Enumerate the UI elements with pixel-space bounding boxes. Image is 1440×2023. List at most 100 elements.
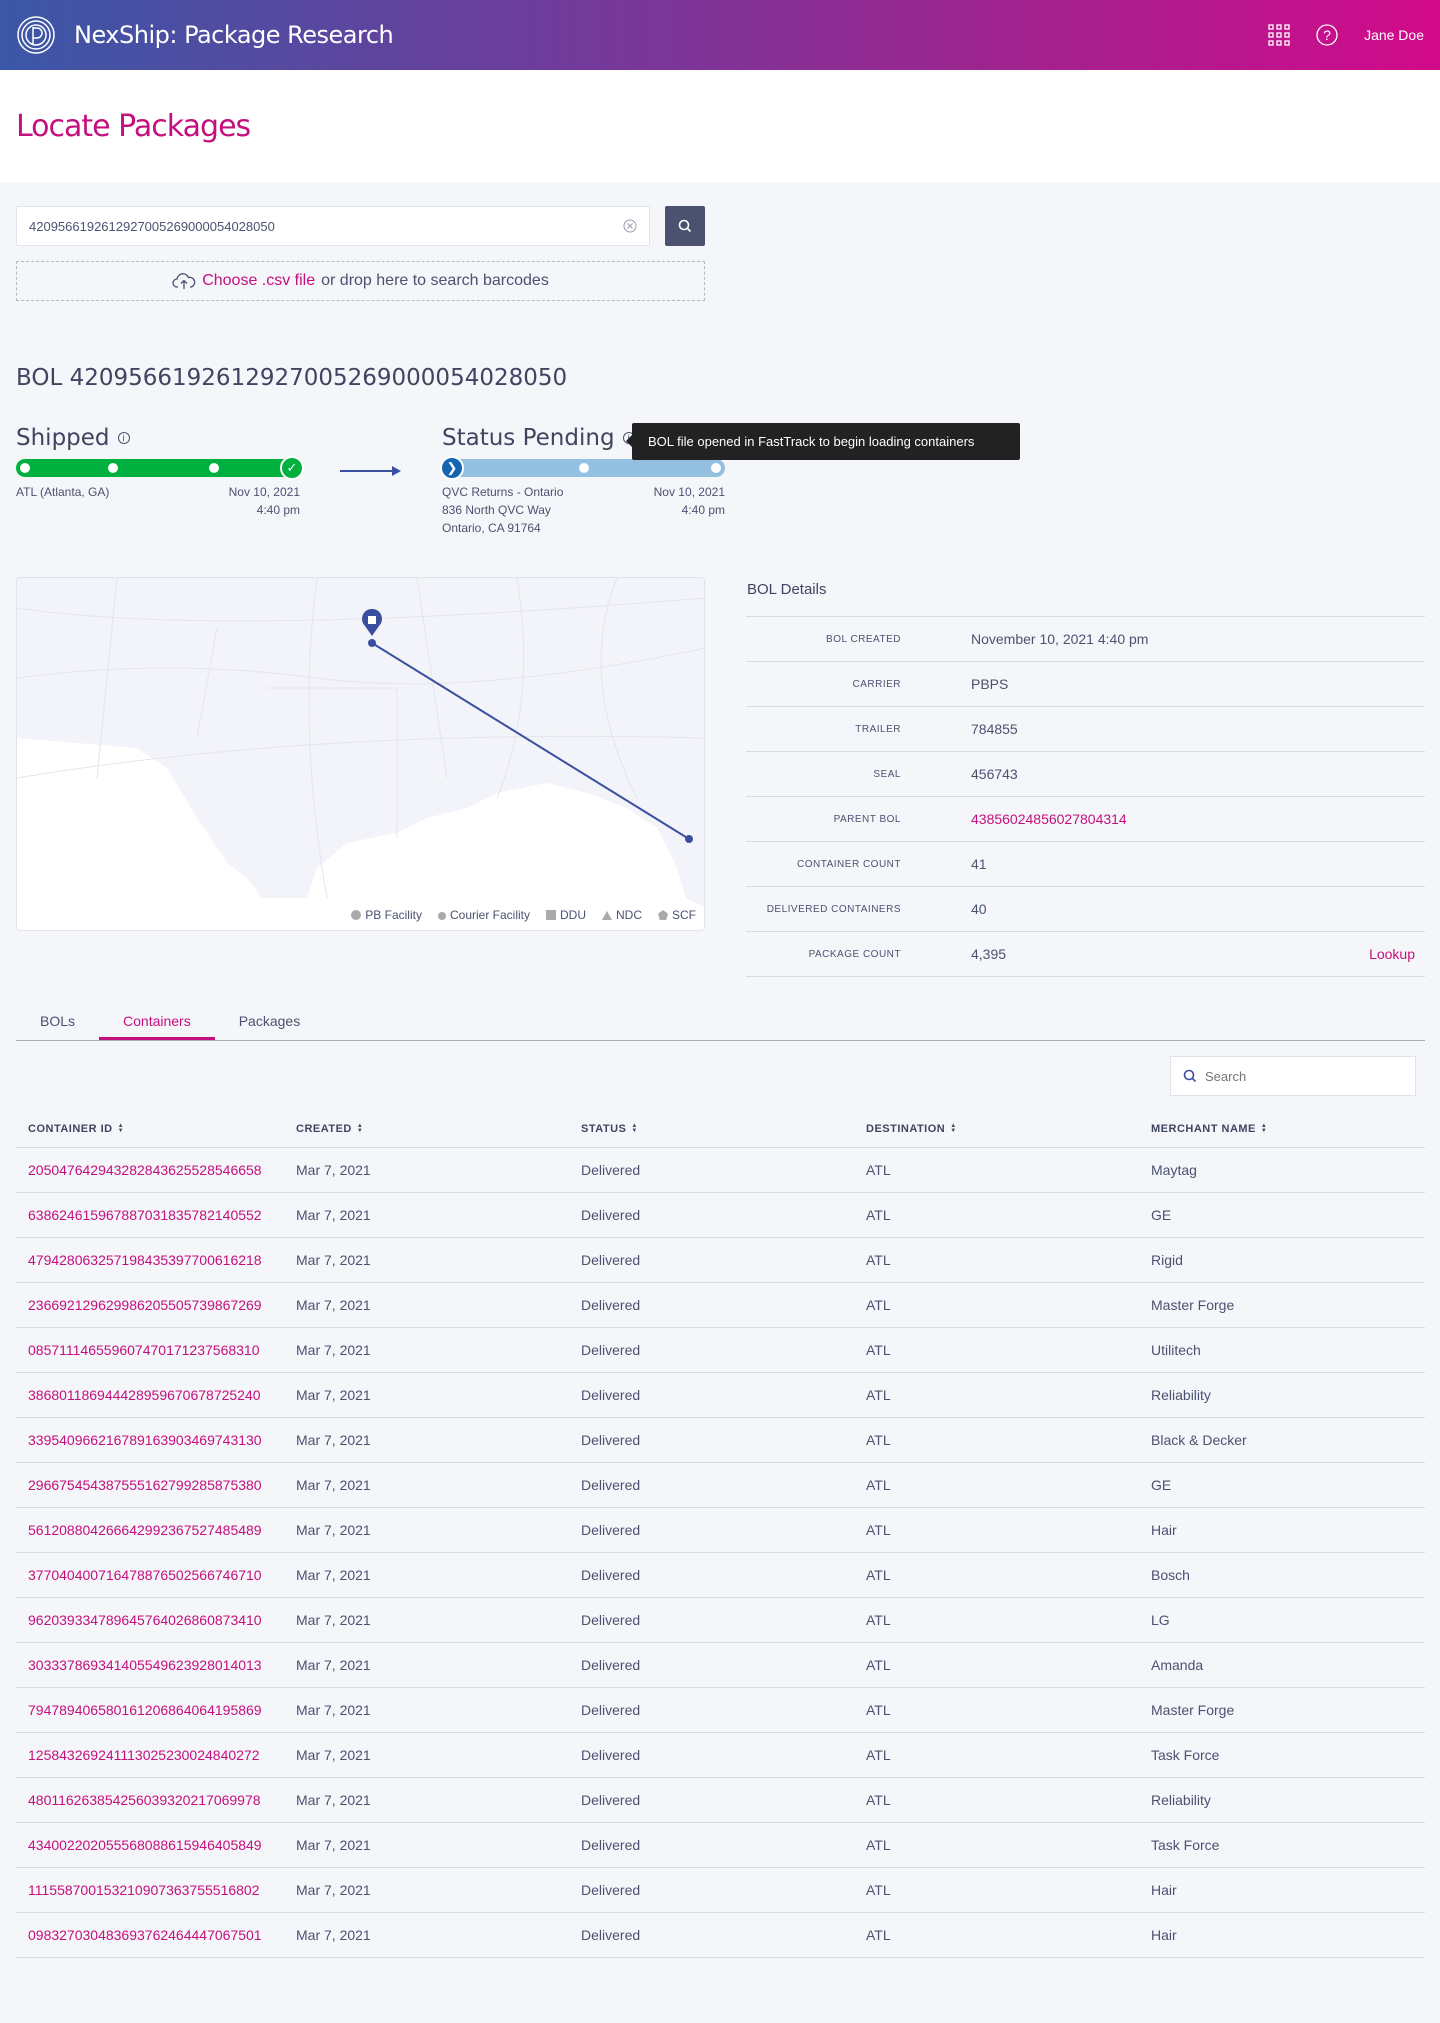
detail-value: 40 [971, 901, 987, 917]
container-id-link[interactable]: 33954096621678916390346974313​0 [16, 1432, 284, 1448]
courier-facility-icon [437, 912, 446, 920]
container-id-link[interactable]: 20504764294328284362552854665​8 [16, 1162, 284, 1178]
column-header[interactable]: STATUS ▲▼ [569, 1123, 854, 1135]
detail-row: PARENT BOL 43856024856027804314 [746, 797, 1425, 842]
help-icon[interactable]: ? [1316, 24, 1338, 46]
container-id-link[interactable]: 29667545438755516279928587538​0 [16, 1477, 284, 1493]
created-cell: Mar 7, 2021 [296, 1297, 371, 1313]
detail-row: DELIVERED CONTAINERS 40 [746, 887, 1425, 932]
table-row[interactable]: 79478940658016120686406419586​9 Mar 7, 20… [16, 1688, 1425, 1733]
table-row[interactable]: 38680118694442895967067872524​0 Mar 7, 20… [16, 1373, 1425, 1418]
app-title: NexShip: Package Research [74, 21, 394, 49]
csv-dropzone[interactable]: Choose .csv file or drop here to search … [16, 261, 705, 301]
clear-icon[interactable] [623, 219, 637, 233]
container-id-link[interactable]: 79478940658016120686406419586​9 [16, 1702, 284, 1718]
container-id-link[interactable]: 11155870015321090736375551680​2 [16, 1882, 284, 1898]
parent-bol-link[interactable]: 43856024856027804314 [971, 811, 1425, 827]
table-row[interactable]: 48011626385425603932021706997​8 Mar 7, 20… [16, 1778, 1425, 1823]
destination-cell: ATL [866, 1207, 891, 1223]
user-menu[interactable]: Jane Doe [1364, 27, 1424, 43]
detail-row: BOL CREATED November 10, 2021 4:40 pm [746, 617, 1425, 662]
detail-value: 784855 [971, 721, 1018, 737]
barcode-search-input[interactable] [29, 218, 623, 234]
table-row[interactable]: 37704040071647887650256674671​0 Mar 7, 20… [16, 1553, 1425, 1598]
container-id-link[interactable]: 48011626385425603932021706997​8 [16, 1792, 284, 1808]
table-search-input[interactable] [1205, 1068, 1381, 1084]
merchant-cell: Master Forge [1151, 1297, 1235, 1313]
sort-icon[interactable]: ▲▼ [118, 1123, 124, 1134]
table-row[interactable]: 08571114655960747017123756831​0 Mar 7, 20… [16, 1328, 1425, 1373]
table-search[interactable] [1170, 1056, 1416, 1096]
detail-label: TRAILER [855, 723, 901, 735]
merchant-cell: Reliability [1151, 1387, 1211, 1403]
merchant-cell: Task Force [1151, 1747, 1220, 1763]
container-id-link[interactable]: 43400220205556808861594640584​9 [16, 1837, 284, 1853]
sort-icon[interactable]: ▲▼ [950, 1123, 956, 1134]
container-id-link[interactable]: 56120880426664299236752748548​9 [16, 1522, 284, 1538]
created-cell: Mar 7, 2021 [296, 1567, 371, 1583]
drop-hint: or drop here to search barcodes [321, 272, 549, 289]
status-cell: Delivered [581, 1477, 641, 1493]
table-row[interactable]: 63862461596788703183578214055​2 Mar 7, 20… [16, 1193, 1425, 1238]
tab-containers[interactable]: Containers [99, 1005, 215, 1040]
container-id-link[interactable]: 96203933478964576402686087341​0 [16, 1612, 284, 1628]
merchant-cell: LG [1151, 1612, 1170, 1628]
container-id-link[interactable]: 08571114655960747017123756831​0 [16, 1342, 284, 1358]
container-id-link[interactable]: 38680118694442895967067872524​0 [16, 1387, 284, 1403]
details-title: BOL Details [746, 570, 1425, 617]
container-id-link[interactable]: 37704040071647887650256674671​0 [16, 1567, 284, 1583]
table-row[interactable]: 56120880426664299236752748548​9 Mar 7, 20… [16, 1508, 1425, 1553]
status-cell: Delivered [581, 1297, 641, 1313]
container-id-link[interactable]: 23669212962998620550573986726​9 [16, 1297, 284, 1313]
table-row[interactable]: 29667545438755516279928587538​0 Mar 7, 20… [16, 1463, 1425, 1508]
container-id-link[interactable]: 47942806325719843539770061621​8 [16, 1252, 284, 1268]
table-row[interactable]: 09832703048369376246444706750​1 Mar 7, 20… [16, 1913, 1425, 1958]
info-icon[interactable]: i [117, 432, 130, 444]
column-header[interactable]: MERCHANT NAME ▲▼ [1139, 1123, 1425, 1135]
sort-icon[interactable]: ▲▼ [357, 1123, 363, 1134]
table-row[interactable]: 20504764294328284362552854665​8 Mar 7, 20… [16, 1148, 1425, 1193]
table-row[interactable]: 11155870015321090736375551680​2 Mar 7, 20… [16, 1868, 1425, 1913]
check-icon: ✓ [280, 456, 304, 480]
table-row[interactable]: 23669212962998620550573986726​9 Mar 7, 20… [16, 1283, 1425, 1328]
column-header[interactable]: CONTAINER ID ▲▼ [16, 1123, 284, 1135]
container-id-link[interactable]: 09832703048369376246444706750​1 [16, 1927, 284, 1943]
destination-cell: ATL [866, 1342, 891, 1358]
table-row[interactable]: 96203933478964576402686087341​0 Mar 7, 20… [16, 1598, 1425, 1643]
apps-grid-icon[interactable] [1268, 24, 1290, 46]
column-header[interactable]: DESTINATION ▲▼ [854, 1123, 1139, 1135]
container-id-link[interactable]: 63862461596788703183578214055​2 [16, 1207, 284, 1223]
step-title: Status Pending [442, 425, 615, 451]
container-id-link[interactable]: 12584326924111302523002484027​2 [16, 1747, 284, 1763]
sort-icon[interactable]: ▲▼ [631, 1123, 637, 1134]
lookup-link[interactable]: Lookup [1369, 946, 1415, 962]
sort-icon[interactable]: ▲▼ [1261, 1123, 1267, 1134]
table-row[interactable]: 43400220205556808861594640584​9 Mar 7, 20… [16, 1823, 1425, 1868]
table-row[interactable]: 12584326924111302523002484027​2 Mar 7, 20… [16, 1733, 1425, 1778]
column-header[interactable]: CREATED ▲▼ [284, 1123, 569, 1135]
detail-label: PARENT BOL [833, 813, 901, 825]
table-row[interactable]: 47942806325719843539770061621​8 Mar 7, 20… [16, 1238, 1425, 1283]
status-cell: Delivered [581, 1162, 641, 1178]
table-row[interactable]: 33954096621678916390346974313​0 Mar 7, 20… [16, 1418, 1425, 1463]
merchant-cell: Reliability [1151, 1792, 1211, 1808]
progress-bar-pending: ❯ [440, 456, 725, 480]
status-cell: Delivered [581, 1252, 641, 1268]
column-label: STATUS [581, 1122, 627, 1135]
tab-packages[interactable]: Packages [215, 1005, 324, 1040]
container-id-link[interactable]: 30333786934140554962392801401​3 [16, 1657, 284, 1673]
tab-bols[interactable]: BOLs [16, 1005, 99, 1040]
logo-icon [17, 16, 55, 54]
created-cell: Mar 7, 2021 [296, 1387, 371, 1403]
table-row[interactable]: 30333786934140554962392801401​3 Mar 7, 20… [16, 1643, 1425, 1688]
search-button[interactable] [665, 206, 705, 246]
destination-cell: ATL [866, 1387, 891, 1403]
arrow-right-icon [340, 466, 401, 476]
route-map[interactable]: PB Facility Courier Facility DDU NDC SCF [16, 577, 705, 931]
choose-csv-link[interactable]: Choose .csv file [202, 272, 315, 290]
created-cell: Mar 7, 2021 [296, 1477, 371, 1493]
detail-value: 456743 [971, 766, 1018, 782]
status-cell: Delivered [581, 1657, 641, 1673]
barcode-search-field[interactable] [16, 206, 650, 246]
title-bar: Locate Packages [0, 70, 1440, 182]
